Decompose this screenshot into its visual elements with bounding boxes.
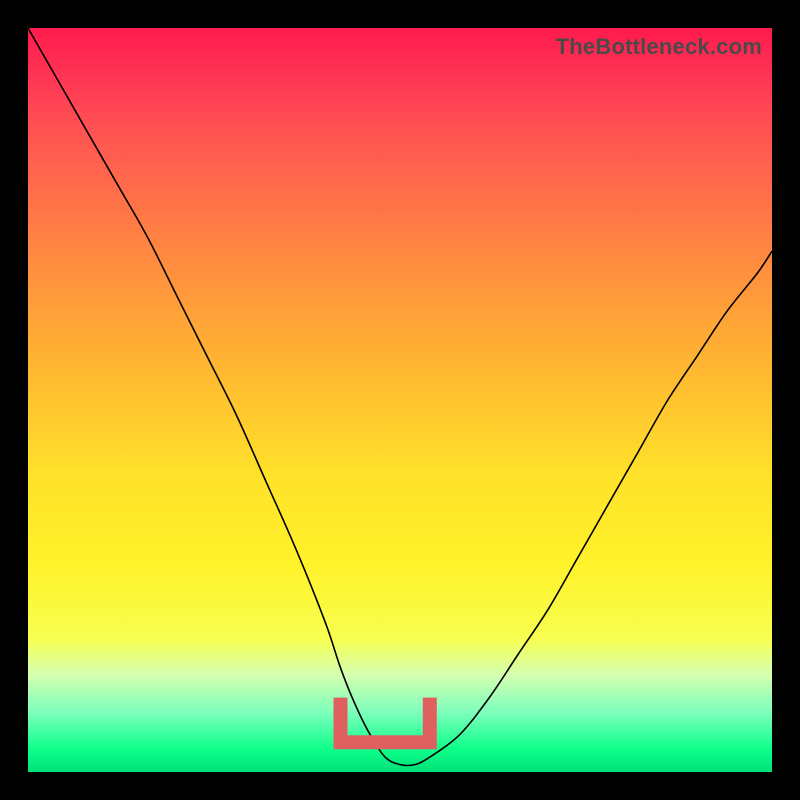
optimal-bracket bbox=[341, 698, 430, 743]
bottleneck-curve bbox=[28, 28, 772, 766]
gradient-plot-area: TheBottleneck.com bbox=[28, 28, 772, 772]
curve-svg bbox=[28, 28, 772, 772]
black-frame: TheBottleneck.com bbox=[0, 0, 800, 800]
